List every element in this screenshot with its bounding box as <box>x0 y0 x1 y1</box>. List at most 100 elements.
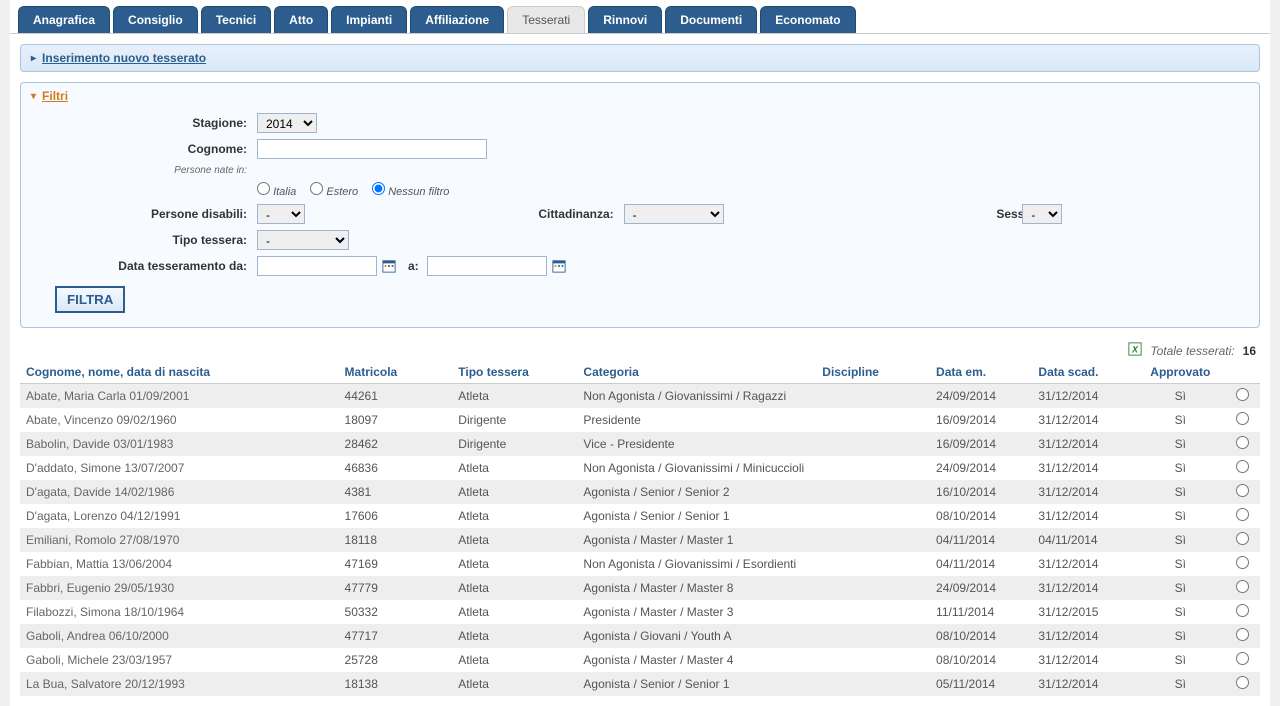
col-scadenza[interactable]: Data scad. <box>1032 361 1134 384</box>
table-row[interactable]: Fabbian, Mattia 13/06/200447169AtletaNon… <box>20 552 1260 576</box>
tab-atto[interactable]: Atto <box>274 6 328 33</box>
calendar-icon[interactable] <box>382 259 396 273</box>
cell-name: Gaboli, Andrea 06/10/2000 <box>20 624 339 648</box>
row-select-radio[interactable] <box>1236 580 1249 593</box>
row-select-radio[interactable] <box>1236 532 1249 545</box>
row-select-radio[interactable] <box>1236 388 1249 401</box>
table-row[interactable]: Abate, Vincenzo 09/02/196018097Dirigente… <box>20 408 1260 432</box>
cell-approvato: Sì <box>1135 384 1226 409</box>
row-select-radio[interactable] <box>1236 652 1249 665</box>
tab-anagrafica[interactable]: Anagrafica <box>18 6 110 33</box>
cell-tipo: Atleta <box>452 456 577 480</box>
col-matricola[interactable]: Matricola <box>339 361 453 384</box>
cell-scadenza: 31/12/2014 <box>1032 432 1134 456</box>
row-select-radio[interactable] <box>1236 556 1249 569</box>
tab-tesserati[interactable]: Tesserati <box>507 6 585 33</box>
data-da-input[interactable] <box>257 256 377 276</box>
tab-affiliazione[interactable]: Affiliazione <box>410 6 504 33</box>
table-row[interactable]: Gaboli, Michele 23/03/195725728AtletaAgo… <box>20 648 1260 672</box>
filters-title: Filtri <box>42 89 68 103</box>
table-row[interactable]: Filabozzi, Simona 18/10/196450332AtletaA… <box>20 600 1260 624</box>
table-row[interactable]: Babolin, Davide 03/01/198328462Dirigente… <box>20 432 1260 456</box>
calendar-icon[interactable] <box>552 259 566 273</box>
cell-approvato: Sì <box>1135 576 1226 600</box>
table-row[interactable]: D'agata, Davide 14/02/19864381AtletaAgon… <box>20 480 1260 504</box>
cell-scadenza: 31/12/2014 <box>1032 552 1134 576</box>
row-select-radio[interactable] <box>1236 676 1249 689</box>
cell-scadenza: 31/12/2014 <box>1032 408 1134 432</box>
cell-matricola: 50332 <box>339 600 453 624</box>
tab-documenti[interactable]: Documenti <box>665 6 757 33</box>
row-select-radio[interactable] <box>1236 508 1249 521</box>
disabili-select[interactable]: - <box>257 204 305 224</box>
cell-tipo: Dirigente <box>452 408 577 432</box>
table-row[interactable]: Fabbri, Eugenio 29/05/193047779AtletaAgo… <box>20 576 1260 600</box>
radio-estero[interactable]: Estero <box>310 182 358 198</box>
row-select-radio[interactable] <box>1236 484 1249 497</box>
cell-categoria: Non Agonista / Giovanissimi / Esordienti <box>577 552 816 576</box>
cell-emissione: 08/10/2014 <box>930 648 1032 672</box>
cell-name: Fabbri, Eugenio 29/05/1930 <box>20 576 339 600</box>
table-row[interactable]: Gaboli, Andrea 06/10/200047717AtletaAgon… <box>20 624 1260 648</box>
excel-export-icon[interactable]: X <box>1128 342 1142 359</box>
cell-tipo: Atleta <box>452 552 577 576</box>
col-select <box>1226 361 1260 384</box>
col-discipline[interactable]: Discipline <box>816 361 930 384</box>
cell-scadenza: 31/12/2014 <box>1032 648 1134 672</box>
radio-nessun-filtro[interactable]: Nessun filtro <box>372 182 449 198</box>
chevron-right-icon: ▸ <box>31 53 36 64</box>
cell-discipline <box>816 672 930 696</box>
row-select-radio[interactable] <box>1236 460 1249 473</box>
table-row[interactable]: D'addato, Simone 13/07/200746836AtletaNo… <box>20 456 1260 480</box>
row-select-radio[interactable] <box>1236 436 1249 449</box>
table-row[interactable]: La Bua, Salvatore 20/12/199318138AtletaA… <box>20 672 1260 696</box>
cell-scadenza: 31/12/2014 <box>1032 504 1134 528</box>
tab-rinnovi[interactable]: Rinnovi <box>588 6 662 33</box>
row-select-radio[interactable] <box>1236 604 1249 617</box>
cell-approvato: Sì <box>1135 600 1226 624</box>
cell-approvato: Sì <box>1135 672 1226 696</box>
cittadinanza-select[interactable]: - <box>624 204 724 224</box>
stagione-select[interactable]: 2014 <box>257 113 317 133</box>
cell-name: D'agata, Lorenzo 04/12/1991 <box>20 504 339 528</box>
filters-toggle[interactable]: ▾ Filtri <box>31 89 1249 103</box>
tab-economato[interactable]: Economato <box>760 6 855 33</box>
table-row[interactable]: Abate, Maria Carla 01/09/200144261Atleta… <box>20 384 1260 409</box>
tab-consiglio[interactable]: Consiglio <box>113 6 198 33</box>
cell-name: Fabbian, Mattia 13/06/2004 <box>20 552 339 576</box>
insert-panel[interactable]: ▸ Inserimento nuovo tesserato <box>20 44 1260 72</box>
label-stagione: Stagione: <box>51 116 251 130</box>
col-name[interactable]: Cognome, nome, data di nascita <box>20 361 339 384</box>
radio-italia[interactable]: Italia <box>257 182 296 198</box>
col-emissione[interactable]: Data em. <box>930 361 1032 384</box>
table-row[interactable]: D'agata, Lorenzo 04/12/199117606AtletaAg… <box>20 504 1260 528</box>
data-a-input[interactable] <box>427 256 547 276</box>
row-select-radio[interactable] <box>1236 628 1249 641</box>
tipo-tessera-select[interactable]: - <box>257 230 349 250</box>
tab-impianti[interactable]: Impianti <box>331 6 407 33</box>
col-categoria[interactable]: Categoria <box>577 361 816 384</box>
cell-categoria: Agonista / Master / Master 1 <box>577 528 816 552</box>
filtra-button[interactable]: FILTRA <box>55 286 125 313</box>
tesserati-table: Cognome, nome, data di nascita Matricola… <box>20 361 1260 696</box>
totals-row: X Totale tesserati: 16 <box>10 338 1270 361</box>
col-tipo[interactable]: Tipo tessera <box>452 361 577 384</box>
label-a: a: <box>398 259 425 273</box>
cell-tipo: Atleta <box>452 528 577 552</box>
row-select-radio[interactable] <box>1236 412 1249 425</box>
cell-categoria: Agonista / Master / Master 8 <box>577 576 816 600</box>
cell-categoria: Agonista / Senior / Senior 2 <box>577 480 816 504</box>
cognome-input[interactable] <box>257 139 487 159</box>
insert-link[interactable]: Inserimento nuovo tesserato <box>42 51 206 65</box>
tab-tecnici[interactable]: Tecnici <box>201 6 271 33</box>
totals-label: Totale tesserati: <box>1150 344 1234 358</box>
sesso-select[interactable]: - <box>1022 204 1062 224</box>
cell-emissione: 05/11/2014 <box>930 672 1032 696</box>
cell-matricola: 46836 <box>339 456 453 480</box>
cell-name: Abate, Vincenzo 09/02/1960 <box>20 408 339 432</box>
table-row[interactable]: Emiliani, Romolo 27/08/197018118AtletaAg… <box>20 528 1260 552</box>
col-approvato[interactable]: Approvato <box>1135 361 1226 384</box>
cell-discipline <box>816 624 930 648</box>
cell-emissione: 16/09/2014 <box>930 432 1032 456</box>
cell-tipo: Atleta <box>452 576 577 600</box>
